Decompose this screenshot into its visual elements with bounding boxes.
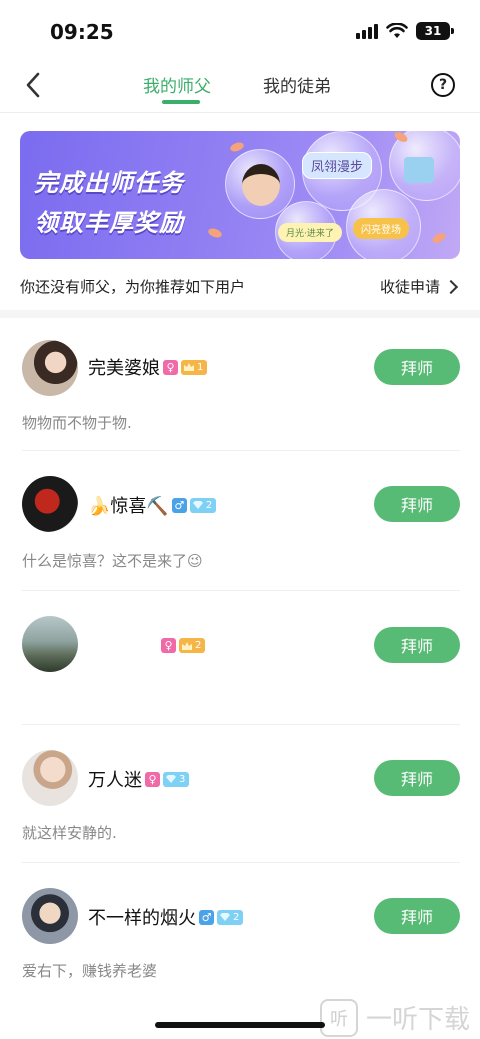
cellular-signal-icon — [356, 23, 378, 39]
banner-title-line1: 完成出师任务 — [34, 169, 184, 197]
nav-divider — [0, 112, 480, 113]
user-name-row: 🍌惊喜⛏️ ♂ 2 — [88, 492, 217, 518]
gift-box-icon — [404, 157, 434, 183]
male-icon: ♂ — [171, 497, 187, 513]
user-bio: 爱右下，赚钱养老婆 — [22, 962, 158, 980]
chevron-right-icon — [443, 279, 459, 295]
diamond-icon — [166, 775, 176, 783]
apply-link-label: 收徒申请 — [379, 278, 440, 296]
promo-banner[interactable]: 完成出师任务 领取丰厚奖励 凤翎漫步 月光·进来了 闪亮登场 — [20, 131, 460, 259]
male-icon: ♂ — [199, 909, 214, 925]
tab-my-master[interactable]: 我的师父 — [143, 72, 211, 97]
level-number: 2 — [233, 911, 240, 923]
wifi-icon — [386, 23, 408, 38]
user-bio: 就这样安静的. — [22, 824, 117, 842]
female-icon: ♀ — [161, 638, 176, 653]
user-name-row: 完美婆娘 ♀ 1 — [88, 354, 208, 380]
petal-decoration — [430, 231, 448, 245]
become-master-button[interactable]: 拜师 — [374, 627, 460, 663]
become-master-button[interactable]: 拜师 — [374, 349, 460, 385]
user-name-row: 不一样的烟火 ♂ 2 — [88, 904, 244, 930]
level-badge: 2 — [179, 638, 206, 653]
user-name: 🍌惊喜⛏️ — [88, 496, 169, 517]
user-bio: 物物而不物于物. — [22, 414, 132, 432]
crown-icon — [184, 363, 194, 371]
banner-tag-youlai: 月光·进来了 — [278, 223, 342, 242]
banner-tag-fengxiang: 凤翎漫步 — [302, 152, 373, 179]
become-master-button[interactable]: 拜师 — [374, 760, 460, 796]
list-item[interactable]: 完美婆娘 ♀ 1 拜师 物物而不物于物. — [0, 318, 480, 450]
battery-icon: 31 — [416, 22, 454, 40]
top-nav: 我的师父 我的徒弟 ? — [0, 60, 480, 112]
back-button[interactable] — [18, 68, 48, 102]
tab-active-indicator — [162, 100, 200, 104]
level-badge: 1 — [181, 359, 208, 375]
petal-decoration — [229, 140, 245, 154]
become-master-button[interactable]: 拜师 — [374, 486, 460, 522]
home-indicator[interactable] — [155, 1022, 325, 1028]
user-bio: 什么是惊喜？这不是来了😉 — [22, 552, 203, 570]
list-item[interactable]: 不一样的烟火 ♂ 2 拜师 爱右下，赚钱养老婆 — [0, 864, 480, 1000]
watermark-logo: 听 — [320, 998, 358, 1037]
row-divider — [22, 450, 460, 451]
back-arrow-icon — [26, 72, 40, 98]
apprentice-apply-link[interactable]: 收徒申请 — [379, 276, 459, 297]
recommend-header: 你还没有师父，为你推荐如下用户 收徒申请 — [0, 270, 480, 302]
help-button[interactable]: ? — [431, 73, 455, 97]
petal-decoration — [207, 226, 223, 240]
watermark-text: 一听下载 — [366, 1005, 471, 1035]
diamond-icon — [192, 501, 203, 509]
level-badge: 2 — [217, 909, 244, 925]
level-badge: 2 — [189, 497, 217, 513]
level-badge: 3 — [163, 771, 190, 787]
avatar[interactable] — [22, 888, 78, 944]
banner-tag-shanliang: 闪亮登场 — [353, 218, 409, 239]
avatar-frame-illustration — [242, 164, 280, 206]
female-icon: ♀ — [145, 771, 160, 787]
crown-icon — [182, 641, 192, 650]
avatar[interactable] — [22, 616, 78, 672]
user-name: 完美婆娘 — [88, 358, 160, 379]
user-name-row: ♀ 2 — [158, 638, 206, 653]
list-item[interactable]: 🍌惊喜⛏️ ♂ 2 拜师 什么是惊喜？这不是来了😉 — [0, 452, 480, 590]
row-divider — [22, 590, 460, 591]
level-number: 1 — [197, 361, 204, 373]
watermark: 听 一听下载 — [320, 996, 480, 1039]
user-name-row: 万人迷 ♀ 3 — [88, 766, 190, 792]
list-item[interactable]: 万人迷 ♀ 3 拜师 就这样安静的. — [0, 726, 480, 862]
level-number: 2 — [205, 499, 213, 511]
avatar[interactable] — [22, 340, 78, 396]
tab-my-apprentice[interactable]: 我的徒弟 — [263, 72, 331, 97]
level-number: 2 — [195, 640, 202, 651]
recommend-text: 你还没有师父，为你推荐如下用户 — [20, 278, 246, 296]
list-item[interactable]: ♀ 2 拜师 — [0, 592, 480, 724]
avatar[interactable] — [22, 476, 78, 532]
row-divider — [22, 862, 460, 863]
status-time: 09:25 — [50, 20, 114, 44]
avatar[interactable] — [22, 750, 78, 806]
row-divider — [22, 724, 460, 725]
banner-title-line2: 领取丰厚奖励 — [34, 209, 184, 237]
user-name: 不一样的烟火 — [88, 908, 196, 929]
status-bar: 09:25 31 — [0, 0, 480, 60]
user-name: 万人迷 — [88, 770, 142, 791]
status-icons: 31 — [356, 22, 454, 40]
level-number: 3 — [179, 773, 186, 785]
diamond-icon — [220, 913, 230, 921]
become-master-button[interactable]: 拜师 — [374, 898, 460, 934]
female-icon: ♀ — [163, 359, 178, 375]
section-divider — [0, 310, 480, 318]
